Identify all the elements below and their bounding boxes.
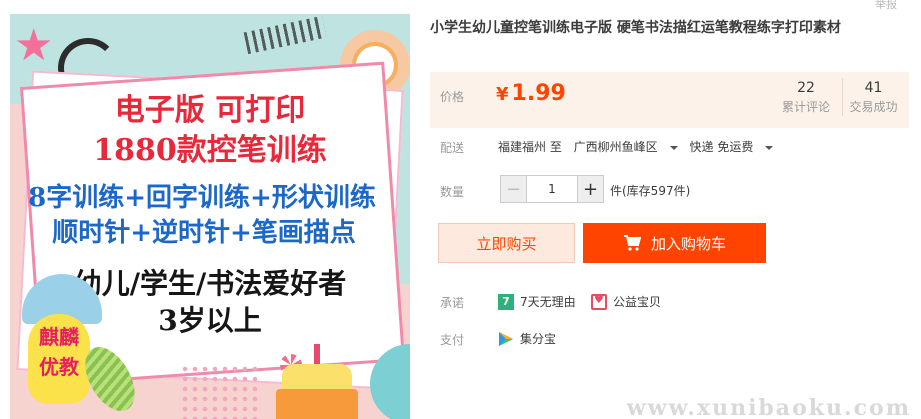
report-link[interactable]: 举报 (875, 0, 897, 12)
seven-day-return-icon: 7 (498, 293, 514, 310)
shipping-method-select[interactable]: 快递 免运费 (690, 140, 774, 154)
product-image[interactable]: ★ 电子版 可打印 1880款控笔训练 8字训练+回字训练+形状训练 顺时针+逆… (10, 14, 410, 419)
add-to-cart-label: 加入购物车 (650, 234, 726, 253)
payment-method-text: 集分宝 (520, 332, 557, 346)
price-amount: 1.99 (511, 81, 566, 106)
sales-count: 41 (864, 80, 883, 96)
price-value: ¥1.99 (496, 78, 566, 111)
brand-badge: 麒麟 优教 (28, 314, 90, 404)
shipping-row: 福建福州 至 广西柳州鱼峰区 快递 免运费 (498, 138, 781, 155)
image-subline-1: 8字训练+回字训练+形状训练 (28, 183, 376, 213)
returns-text: 7天无理由 (520, 295, 576, 309)
shipping-destination-select[interactable]: 广西柳州鱼峰区 (574, 140, 678, 154)
star-decoration: ★ (14, 20, 54, 71)
reviews-stat[interactable]: 22 累计评论 (775, 78, 837, 116)
shipping-destination: 广西柳州鱼峰区 (573, 140, 658, 154)
image-subline-2: 顺时针+逆时针+笔画描点 (52, 218, 356, 248)
charity-promise[interactable]: 公益宝贝 (591, 293, 661, 310)
chevron-down-icon (765, 145, 774, 150)
dots-decoration (180, 364, 260, 419)
reviews-count: 22 (797, 80, 815, 96)
returns-promise[interactable]: 7 7天无理由 (498, 293, 576, 310)
payment-label: 支付 (440, 333, 465, 347)
quantity-stepper: − + (500, 175, 604, 203)
currency-symbol: ¥ (496, 84, 509, 105)
shipping-from: 福建福州 至 (498, 140, 562, 154)
quantity-label: 数量 (440, 185, 465, 199)
image-headline-1: 电子版 可打印 (114, 93, 306, 128)
brand-badge-bottom: 优教 (39, 355, 79, 379)
price-box: 价格 ¥1.99 22 累计评论 41 交易成功 (430, 72, 909, 128)
shipping-method: 快递 免运费 (689, 140, 754, 154)
product-title: 小学生幼儿童控笔训练电子版 硬笔书法描红运笔教程练字打印素材 (430, 20, 841, 36)
quantity-input[interactable] (527, 176, 577, 202)
brand-badge-top: 麒麟 (39, 325, 79, 349)
charity-text: 公益宝贝 (613, 295, 662, 309)
cart-icon (623, 235, 641, 251)
price-label: 价格 (440, 90, 465, 104)
watermark: www.xunibaoku.com (626, 395, 911, 419)
add-to-cart-button[interactable]: 加入购物车 (583, 223, 766, 263)
buy-now-button[interactable]: 立即购买 (438, 223, 575, 263)
quantity-increase-button[interactable]: + (577, 176, 603, 202)
jifenbao-icon (499, 331, 513, 346)
promise-label: 承诺 (440, 296, 465, 310)
sales-stat: 41 交易成功 (842, 78, 904, 116)
cake-bottom-decoration (276, 389, 358, 419)
chevron-down-icon (669, 145, 678, 150)
sales-label: 交易成功 (849, 100, 898, 114)
image-headline-2: 1880款控笔训练 (93, 133, 327, 168)
stock-text: 件(库存597件) (610, 184, 691, 198)
shipping-label: 配送 (440, 141, 465, 155)
reviews-label: 累计评论 (781, 100, 830, 114)
charity-heart-icon (591, 293, 607, 310)
payment-method[interactable]: 集分宝 (498, 330, 556, 347)
quantity-decrease-button[interactable]: − (501, 176, 527, 202)
